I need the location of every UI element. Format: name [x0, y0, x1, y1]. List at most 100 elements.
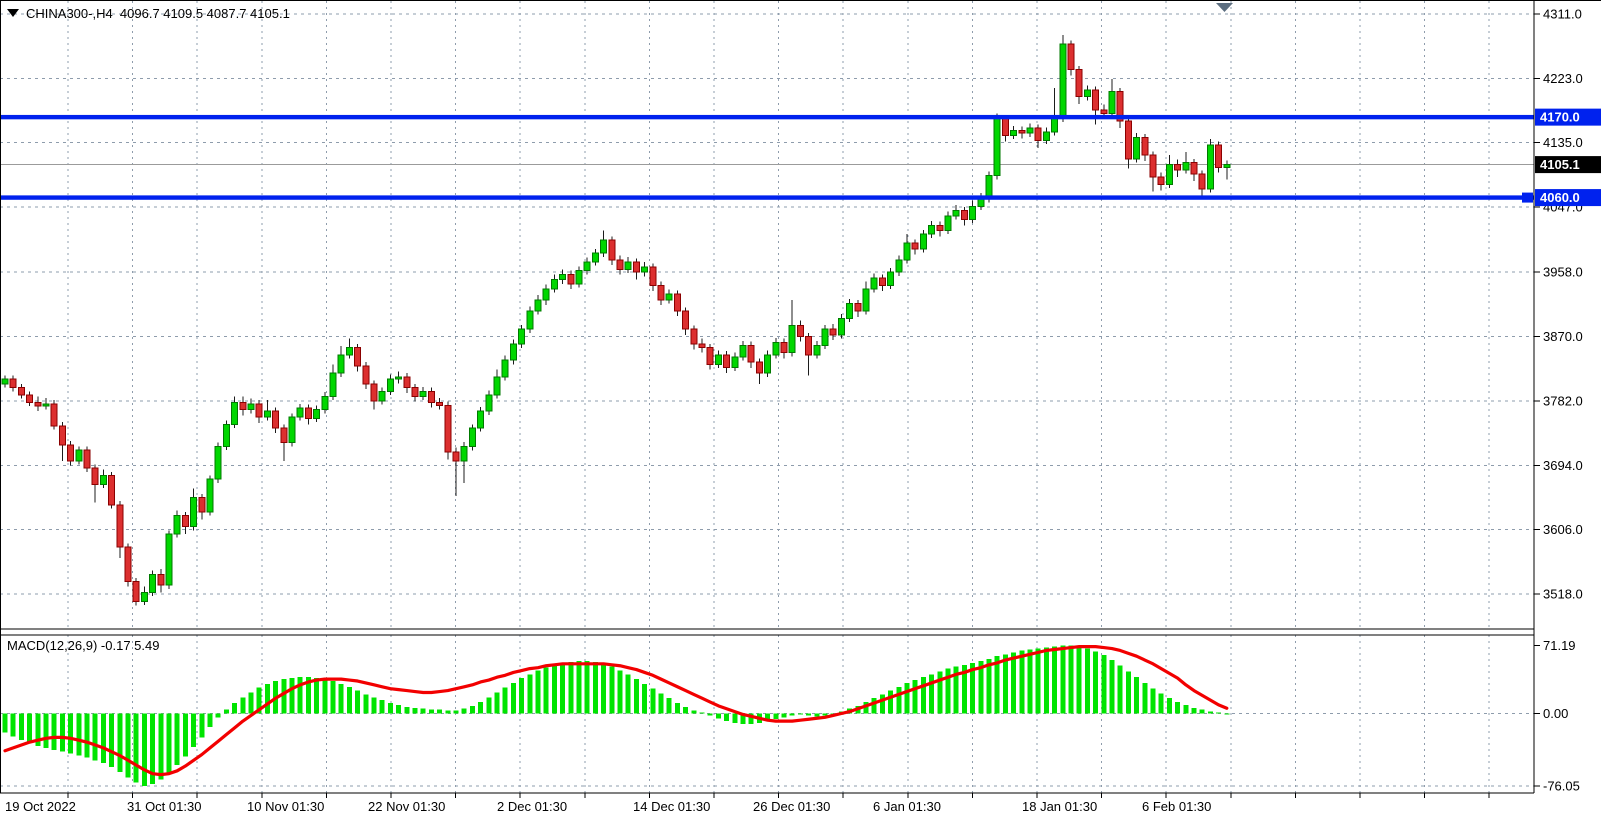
candle-bear [404, 377, 410, 388]
macd-histogram-bar [536, 671, 541, 714]
macd-histogram-bar [478, 702, 483, 713]
macd-histogram-bar [1085, 649, 1090, 714]
macd-histogram-bar [568, 662, 573, 714]
candle-bull [289, 417, 295, 443]
symbol-ohlc-text: CHINA300-,H4 4096.7 4109.5 4087.7 4105.1 [26, 6, 290, 21]
candle-bear [633, 262, 639, 272]
candle-bull [904, 243, 910, 260]
macd-histogram-bar [126, 714, 131, 778]
macd-histogram-bar [1003, 654, 1008, 713]
macd-histogram-bar [134, 714, 139, 783]
macd-histogram-bar [429, 710, 434, 714]
macd-histogram-bar [642, 684, 647, 714]
price-axis-label: 3958.0 [1543, 265, 1583, 280]
macd-histogram-bar [19, 714, 24, 741]
candle-bear [1093, 90, 1099, 110]
macd-histogram-bar [519, 678, 524, 713]
price-axis-label: 4223.0 [1543, 71, 1583, 86]
macd-histogram-bar [3, 714, 8, 733]
candle-bull [732, 357, 738, 367]
candle-bear [371, 384, 377, 401]
candle-bull [43, 404, 49, 406]
candle-bear [1019, 130, 1025, 133]
candle-bull [929, 225, 935, 234]
macd-histogram-bar [1093, 651, 1098, 713]
candle-bull [584, 262, 590, 271]
macd-histogram-bar [527, 674, 532, 713]
candle-bull [174, 516, 180, 534]
macd-histogram-bar [1151, 689, 1156, 714]
price-axis[interactable]: 4311.04223.04135.04047.03958.03870.03782… [1534, 7, 1601, 602]
candle-bear [92, 468, 98, 484]
time-axis[interactable]: 19 Oct 202231 Oct 01:3010 Nov 01:3022 No… [5, 793, 1489, 814]
macd-histogram-bar [437, 710, 442, 714]
level-price-tag: 4170.0 [1540, 110, 1580, 125]
macd-histogram-bar [585, 661, 590, 714]
macd-histogram-bar [322, 679, 327, 713]
candle-bull [920, 234, 926, 249]
macd-histogram-bar [929, 674, 934, 713]
price-chart-canvas[interactable]: 4311.04223.04135.04047.03958.03870.03782… [0, 0, 1601, 825]
macd-histogram-bar [167, 714, 172, 773]
candle-bull [502, 360, 508, 377]
candle-bull [1109, 92, 1115, 114]
price-axis-label: 3694.0 [1543, 458, 1583, 473]
macd-histogram-bar [142, 714, 147, 787]
macd-indicator[interactable] [3, 646, 1230, 786]
candle-bull [215, 446, 221, 479]
candle-bear [35, 402, 41, 406]
macd-histogram-bar [1101, 655, 1106, 713]
macd-histogram-bar [716, 714, 721, 719]
candle-bear [363, 366, 369, 384]
grid-lines [0, 1, 1534, 793]
macd-histogram-bar [1110, 660, 1115, 713]
macd-histogram-bar [52, 714, 57, 750]
macd-histogram-bar [175, 714, 180, 766]
candle-bull [838, 318, 844, 335]
horizontal-level-line[interactable] [0, 115, 1534, 119]
macd-histogram-bar [1060, 646, 1065, 714]
candle-bull [642, 267, 648, 272]
macd-histogram-bar [1224, 714, 1229, 715]
candle-bull [330, 373, 336, 396]
macd-histogram-bar [700, 713, 705, 714]
candle-bull [814, 345, 820, 355]
level-line-anchor[interactable] [1522, 193, 1533, 203]
candle-bear [1101, 110, 1107, 114]
candle-bear [1191, 162, 1197, 174]
candle-bull [379, 391, 385, 401]
candle-bear [617, 260, 623, 270]
horizontal-level-line[interactable] [0, 195, 1534, 199]
candle-bull [822, 329, 828, 345]
candle-bull [232, 402, 238, 424]
candle-bear [256, 404, 262, 417]
candle-bull [76, 450, 82, 461]
candle-bear [781, 342, 787, 352]
candle-bull [863, 289, 869, 311]
candle-bear [1125, 121, 1131, 159]
candle-bear [724, 355, 730, 367]
candle-bear [1199, 174, 1205, 189]
macd-histogram-bar [823, 714, 828, 716]
candle-bear [51, 404, 57, 426]
macd-histogram-bar [724, 714, 729, 722]
macd-histogram-bar [1028, 650, 1033, 714]
macd-histogram-bar [60, 714, 65, 752]
candle-bear [59, 426, 65, 445]
macd-histogram-bar [560, 663, 565, 714]
candle-bear [658, 285, 664, 300]
macd-histogram-bar [290, 678, 295, 713]
candle-bear [1142, 138, 1148, 156]
candle-bull [396, 377, 402, 379]
candle-bull [847, 304, 853, 319]
indicator-axis[interactable]: 71.190.00-76.05 [1534, 638, 1580, 794]
level-lines[interactable] [0, 115, 1534, 203]
candle-bull [592, 253, 598, 262]
candle-bull [191, 497, 197, 526]
macd-histogram-bar [732, 714, 737, 724]
candle-bear [707, 348, 713, 365]
macd-histogram-bar [593, 662, 598, 714]
candle-bull [1052, 119, 1058, 132]
candle-bear [18, 388, 24, 395]
macd-histogram-bar [659, 693, 664, 713]
